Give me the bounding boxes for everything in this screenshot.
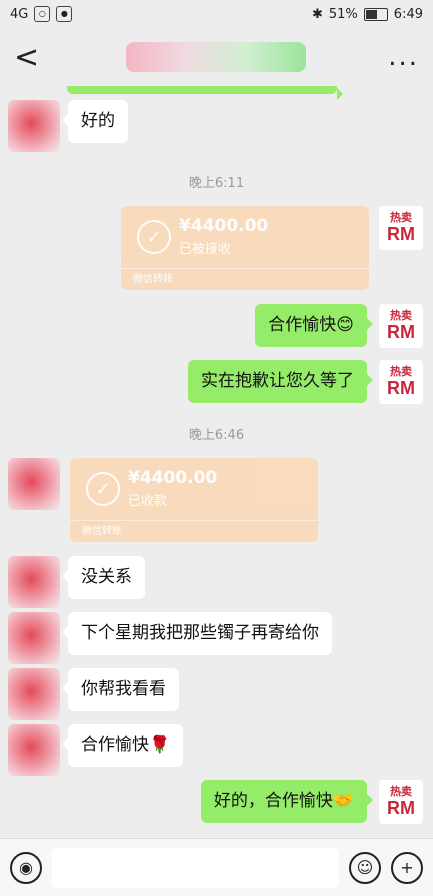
contact-avatar[interactable]	[8, 612, 60, 664]
message-row	[67, 86, 343, 100]
wechat-notification-icon: ●	[56, 6, 73, 22]
avatar-text-cn: 热卖	[390, 211, 412, 224]
contact-name-redacted	[126, 42, 307, 72]
message-bubble[interactable]: 你帮我看看	[62, 668, 179, 711]
avatar-text-cn: 热卖	[390, 365, 412, 378]
back-button[interactable]: <	[14, 40, 44, 75]
transfer-status: 已被接收	[179, 242, 232, 257]
message-bubble[interactable]: 合作愉快🌹	[61, 724, 184, 767]
battery-icon	[363, 7, 388, 21]
contact-avatar[interactable]	[8, 458, 60, 510]
avatar-text-en: RM	[387, 321, 415, 342]
bluetooth-icon: ✱	[311, 6, 323, 22]
timestamp: 晚上6:11	[188, 176, 245, 191]
message-row: 下个星期我把那些镯子再寄给你	[8, 612, 332, 664]
status-bar: 4G ○ ● ✱ 51% 6:49	[0, 0, 433, 28]
self-avatar[interactable]: 热卖 RM	[379, 304, 423, 348]
more-options-button[interactable]: ...	[388, 42, 419, 72]
avatar-text-en: RM	[387, 797, 415, 818]
app-notification-icon: ○	[34, 6, 51, 22]
message-bubble[interactable]: 好的	[62, 100, 128, 143]
signal-indicator: 4G	[10, 6, 29, 22]
message-row: 合作愉快😊 热卖 RM	[255, 304, 423, 348]
message-bubble[interactable]: 没关系	[62, 556, 145, 599]
self-avatar[interactable]: 热卖 RM	[379, 206, 423, 250]
message-row: 没关系	[8, 556, 145, 608]
message-row: ✓ ¥4400.00 已被接收 微信转账 热卖 RM	[121, 206, 423, 290]
self-avatar[interactable]: 热卖 RM	[379, 780, 423, 824]
voice-icon[interactable]: ◉	[10, 851, 42, 884]
transfer-amount: ¥4400.00	[179, 216, 269, 236]
status-right: ✱ 51% 6:49	[312, 7, 423, 22]
avatar-text-cn: 热卖	[390, 309, 412, 322]
message-input[interactable]	[52, 847, 339, 888]
chat-header: < ...	[0, 28, 433, 86]
check-icon: ✓	[137, 220, 171, 254]
avatar-text-en: RM	[387, 377, 415, 398]
input-bar: ◉ ☺ +	[0, 838, 433, 896]
transfer-label: 微信转账	[70, 520, 318, 542]
avatar-text-en: RM	[387, 223, 415, 244]
message-row: 好的	[8, 100, 128, 152]
contact-avatar[interactable]	[8, 556, 60, 608]
transfer-status: 已收款	[128, 494, 168, 509]
check-icon: ✓	[86, 472, 120, 506]
transfer-card[interactable]: ✓ ¥4400.00 已收款 微信转账	[70, 458, 318, 542]
message-row: 你帮我看看	[8, 668, 179, 720]
avatar-text-cn: 热卖	[390, 785, 412, 798]
emoji-icon[interactable]: ☺	[349, 851, 381, 884]
message-bubble[interactable]: 实在抱歉让您久等了	[188, 360, 373, 403]
timestamp: 晚上6:46	[188, 428, 245, 443]
transfer-card[interactable]: ✓ ¥4400.00 已被接收 微信转账	[121, 206, 369, 290]
contact-avatar[interactable]	[8, 724, 60, 776]
message-bubble[interactable]: 好的，合作愉快🤝	[200, 780, 374, 823]
message-row: 合作愉快🌹	[8, 724, 184, 776]
clock: 6:49	[393, 6, 423, 22]
message-row: 好的，合作愉快🤝 热卖 RM	[200, 780, 423, 824]
transfer-amount: ¥4400.00	[128, 468, 218, 488]
message-bubble[interactable]: 合作愉快😊	[255, 304, 373, 347]
message-row: 实在抱歉让您久等了 热卖 RM	[188, 360, 423, 404]
plus-icon[interactable]: +	[391, 851, 423, 884]
transfer-label: 微信转账	[121, 268, 369, 290]
partial-message-bubble[interactable]	[67, 86, 343, 100]
self-avatar[interactable]: 热卖 RM	[379, 360, 423, 404]
contact-avatar[interactable]	[8, 668, 60, 720]
battery-percent: 51%	[328, 6, 358, 22]
message-list[interactable]: 好的 晚上6:11 ✓ ¥4400.00 已被接收 微信转账 热卖 RM 合作愉…	[0, 86, 433, 831]
status-left: 4G ○ ●	[10, 6, 73, 22]
contact-avatar[interactable]	[8, 100, 60, 152]
message-bubble[interactable]: 下个星期我把那些镯子再寄给你	[62, 612, 332, 655]
message-row: ✓ ¥4400.00 已收款 微信转账	[8, 458, 318, 542]
